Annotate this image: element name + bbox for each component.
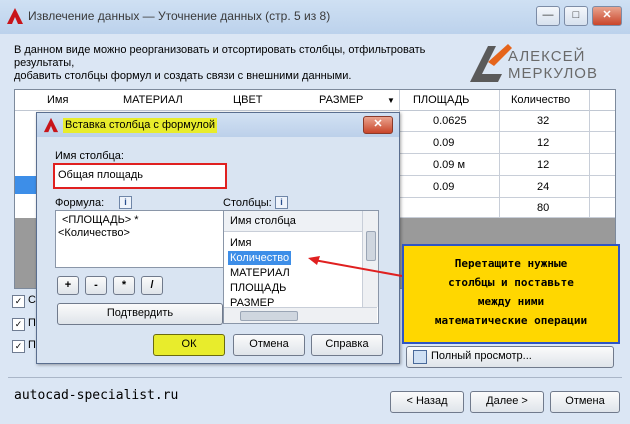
instruction-callout: Перетащите нужные столбцы и поставьте ме… <box>402 244 620 344</box>
column-item-selected[interactable]: Количество <box>228 251 292 265</box>
callout-arrow-icon <box>308 256 403 277</box>
autocad-icon <box>43 117 59 133</box>
count-cell: 12 <box>537 159 550 171</box>
formula-line: <ПЛОЩАДЬ> * <box>62 214 139 226</box>
dialog-title-bar: Вставка столбца с формулой ✕ <box>37 113 399 137</box>
columns-hscrollbar[interactable] <box>224 307 377 323</box>
intro-text: В данном виде можно реорганизовать и отс… <box>14 44 474 83</box>
formula-info-icon[interactable]: i <box>119 196 132 209</box>
column-item[interactable]: Имя <box>230 237 251 249</box>
back-button[interactable]: < Назад <box>390 391 464 413</box>
multiply-operator-button[interactable]: * <box>113 276 135 295</box>
option-label: П <box>28 339 36 351</box>
option-checkbox[interactable]: ✓ <box>12 340 25 353</box>
column-name-label: Имя столбца: <box>55 150 124 162</box>
help-button[interactable]: Справка <box>311 334 383 356</box>
cancel-button[interactable]: Отмена <box>550 391 620 413</box>
option-checkbox[interactable]: ✓ <box>12 318 25 331</box>
logo-line-2: МЕРКУЛОВ <box>508 65 598 82</box>
column-item[interactable]: РАЗМЕР <box>230 297 274 307</box>
plus-operator-button[interactable]: + <box>57 276 79 295</box>
count-cell: 12 <box>537 137 550 149</box>
dialog-cancel-button[interactable]: Отмена <box>233 334 305 356</box>
header-size[interactable]: РАЗМЕР <box>319 94 363 106</box>
logo-line-1: АЛЕКСЕЙ <box>508 48 586 65</box>
watermark: autocad-specialist.ru <box>14 388 179 403</box>
count-cell: 32 <box>537 115 550 127</box>
minus-operator-button[interactable]: - <box>85 276 107 295</box>
grid-header: Имя МАТЕРИАЛ ЦВЕТ РАЗМЕР ▼ ПЛОЩАДЬ Колич… <box>15 90 615 111</box>
scroll-thumb[interactable] <box>240 311 298 321</box>
callout-line: между ними <box>477 295 545 308</box>
area-cell: 0.09 <box>433 137 455 149</box>
intro-line-2: добавить столбцы формул и создать связи … <box>14 70 352 82</box>
separator <box>8 377 622 378</box>
close-button[interactable]: ✕ <box>592 6 622 26</box>
area-cell: 0.0625 <box>433 115 467 127</box>
full-view-button[interactable]: Полный просмотр... <box>406 346 614 368</box>
logo-text: АЛЕКСЕЙ МЕРКУЛОВ <box>508 48 598 82</box>
header-material[interactable]: МАТЕРИАЛ <box>123 94 183 106</box>
count-cell: 80 <box>537 202 550 214</box>
title-bar: Извлечение данных — Уточнение данных (ст… <box>0 0 630 34</box>
column-name-value: Общая площадь <box>58 169 143 181</box>
window-title: Извлечение данных — Уточнение данных (ст… <box>28 9 331 23</box>
column-item[interactable]: ПЛОЩАДЬ <box>230 282 286 294</box>
confirm-button[interactable]: Подтвердить <box>57 303 223 325</box>
option-checkbox[interactable]: ✓ <box>12 295 25 308</box>
formula-label: Формула: <box>55 197 105 209</box>
callout-line: математические операции <box>434 314 588 327</box>
columns-list-header: Имя столбца <box>224 211 362 232</box>
area-cell: 0.09 м <box>433 159 466 171</box>
option-label: П <box>28 317 36 329</box>
count-cell: 24 <box>537 181 550 193</box>
header-count[interactable]: Количество <box>511 94 570 106</box>
columns-label: Столбцы: <box>223 197 272 209</box>
ok-button[interactable]: ОК <box>153 334 225 356</box>
formula-line: <Количество> <box>58 227 130 239</box>
column-item[interactable]: МАТЕРИАЛ <box>230 267 290 279</box>
intro-line-1: В данном виде можно реорганизовать и отс… <box>14 44 426 69</box>
option-label: С <box>28 294 36 306</box>
minimize-button[interactable]: — <box>536 6 560 26</box>
column-name-input[interactable]: Общая площадь <box>53 163 227 189</box>
header-color[interactable]: ЦВЕТ <box>233 94 263 106</box>
autocad-icon <box>7 8 23 24</box>
full-view-label: Полный просмотр... <box>431 350 532 362</box>
main-window: Извлечение данных — Уточнение данных (ст… <box>0 0 630 424</box>
preview-icon <box>413 350 427 364</box>
next-button[interactable]: Далее > <box>470 391 544 413</box>
callout-line: столбцы и поставьте <box>448 276 574 289</box>
dialog-title: Вставка столбца с формулой <box>63 118 218 133</box>
header-area[interactable]: ПЛОЩАДЬ <box>413 94 469 106</box>
formula-textarea[interactable]: <ПЛОЩАДЬ> * <Количество> <box>55 210 225 268</box>
sort-arrow-icon[interactable]: ▼ <box>387 96 395 105</box>
area-cell: 0.09 <box>433 181 455 193</box>
maximize-button[interactable]: □ <box>564 6 588 26</box>
columns-info-icon[interactable]: i <box>275 196 288 209</box>
header-name[interactable]: Имя <box>47 94 68 106</box>
callout-line: Перетащите нужные <box>454 257 568 270</box>
formula-column-dialog: Вставка столбца с формулой ✕ Имя столбца… <box>36 112 400 364</box>
dialog-close-button[interactable]: ✕ <box>363 116 393 134</box>
columns-list-header-label: Имя столбца <box>230 215 296 227</box>
divide-operator-button[interactable]: / <box>141 276 163 295</box>
